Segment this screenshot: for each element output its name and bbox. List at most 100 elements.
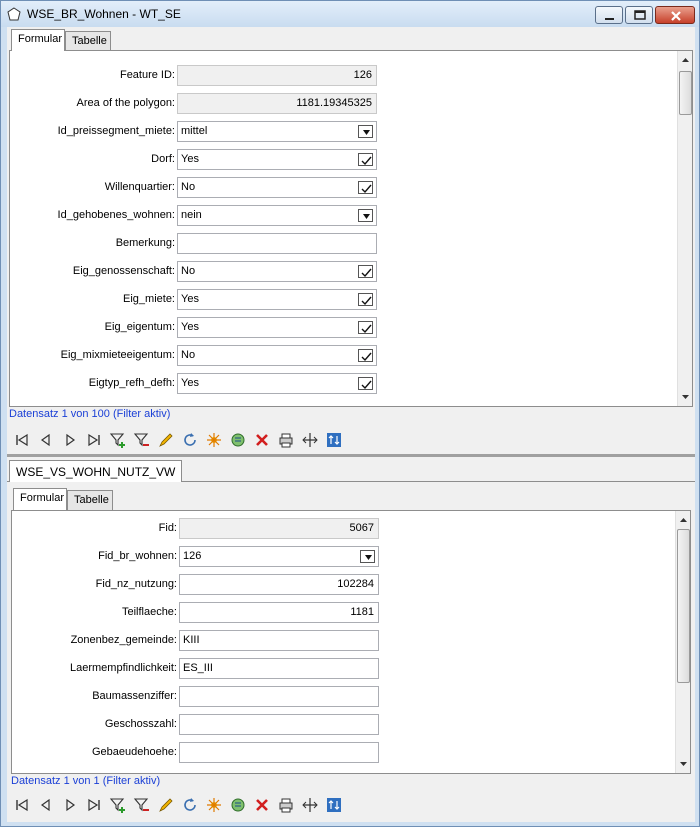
field-value: 5067	[349, 522, 374, 534]
form-row: Fid: 5067	[12, 518, 682, 540]
checkbox-field[interactable]: Yes	[177, 373, 377, 394]
maximize-button[interactable]	[625, 6, 653, 24]
field-value: No	[181, 181, 196, 193]
form-row: Laermempfindlichkeit: ES_III	[12, 658, 682, 680]
edit-pencil-icon[interactable]	[157, 796, 175, 814]
new-record-icon[interactable]	[205, 796, 223, 814]
dropdown-arrow-icon[interactable]	[358, 125, 373, 138]
text-input[interactable]: KIII	[179, 630, 379, 651]
client-area: Formular Tabelle Feature ID: 126 Area of t…	[7, 27, 695, 822]
related-subwindow: Formular Tabelle Fid: 5067 Fid_br_wohnen: 1…	[7, 481, 695, 822]
form-row: Feature ID: 126	[10, 65, 680, 87]
last-record-icon[interactable]	[85, 431, 103, 449]
field-label: Fid_br_wohnen:	[98, 550, 177, 562]
field-label: Fid_nz_nutzung:	[95, 578, 177, 590]
scroll-down-icon[interactable]	[678, 390, 693, 404]
previous-record-icon[interactable]	[37, 431, 55, 449]
field-label: Id_preissegment_miete:	[57, 125, 175, 137]
field-label: Fid:	[158, 522, 177, 534]
form-row: Id_gehobenes_wohnen: nein	[10, 205, 680, 227]
zoom-to-icon[interactable]	[229, 431, 247, 449]
dropdown-field[interactable]: 126	[179, 546, 379, 567]
window-title: WSE_BR_Wohnen - WT_SE	[27, 7, 181, 21]
filter-add-icon[interactable]	[109, 796, 127, 814]
filter-remove-icon[interactable]	[133, 431, 151, 449]
zoom-to-icon[interactable]	[229, 796, 247, 814]
checkmark-icon[interactable]	[358, 265, 373, 278]
checkbox-field[interactable]: No	[177, 177, 377, 198]
checkbox-field[interactable]: No	[177, 261, 377, 282]
checkmark-icon[interactable]	[358, 377, 373, 390]
text-input[interactable]	[179, 714, 379, 735]
field-label: Gebaeudehoehe:	[91, 746, 177, 758]
field-label: Eig_mixmieteeigentum:	[60, 349, 175, 361]
field-label: Eig_miete:	[123, 293, 175, 305]
print-icon[interactable]	[277, 796, 295, 814]
checkbox-field[interactable]: Yes	[177, 149, 377, 170]
scroll-down-icon[interactable]	[676, 757, 691, 771]
refresh-icon[interactable]	[181, 796, 199, 814]
checkmark-icon[interactable]	[358, 321, 373, 334]
tab-tabelle[interactable]: Tabelle	[65, 31, 111, 51]
related-table-tab[interactable]: WSE_VS_WOHN_NUTZ_VW	[9, 460, 183, 482]
switch-view-icon[interactable]	[325, 796, 343, 814]
scroll-up-icon[interactable]	[678, 53, 693, 67]
form-row: Zonenbez_gemeinde: KIII	[12, 630, 682, 652]
scroll-up-icon[interactable]	[676, 513, 691, 527]
delete-icon[interactable]	[253, 796, 271, 814]
bottom-vertical-scrollbar[interactable]	[675, 511, 690, 773]
pan-to-icon[interactable]	[301, 431, 319, 449]
field-label: Bemerkung:	[115, 237, 175, 249]
checkbox-field[interactable]: Yes	[177, 289, 377, 310]
field-label: Zonenbez_gemeinde:	[70, 634, 177, 646]
print-icon[interactable]	[277, 431, 295, 449]
readonly-field: 126	[177, 65, 377, 86]
first-record-icon[interactable]	[13, 796, 31, 814]
next-record-icon[interactable]	[61, 796, 79, 814]
edit-pencil-icon[interactable]	[157, 431, 175, 449]
filter-add-icon[interactable]	[109, 431, 127, 449]
checkmark-icon[interactable]	[358, 349, 373, 362]
checkmark-icon[interactable]	[358, 293, 373, 306]
text-input[interactable]	[179, 742, 379, 763]
next-record-icon[interactable]	[61, 431, 79, 449]
checkmark-icon[interactable]	[358, 153, 373, 166]
bottom-tab-tabelle[interactable]: Tabelle	[67, 490, 113, 510]
checkbox-field[interactable]: No	[177, 345, 377, 366]
form-row: Id_preissegment_miete: mittel	[10, 121, 680, 143]
text-input[interactable]	[179, 686, 379, 707]
close-button[interactable]	[655, 6, 695, 24]
switch-view-icon[interactable]	[325, 431, 343, 449]
text-input[interactable]: 102284	[179, 574, 379, 595]
form-row: Fid_br_wohnen: 126	[12, 546, 682, 568]
scroll-thumb[interactable]	[679, 71, 692, 115]
checkbox-field[interactable]: Yes	[177, 317, 377, 338]
checkmark-icon[interactable]	[358, 181, 373, 194]
form-row: Eig_miete: Yes	[10, 289, 680, 311]
text-input[interactable]: 1181	[179, 602, 379, 623]
dropdown-field[interactable]: mittel	[177, 121, 377, 142]
minimize-button[interactable]	[595, 6, 623, 24]
top-vertical-scrollbar[interactable]	[677, 51, 692, 406]
delete-icon[interactable]	[253, 431, 271, 449]
first-record-icon[interactable]	[13, 431, 31, 449]
top-tabbar: Formular Tabelle	[11, 29, 211, 51]
form-row: Fid_nz_nutzung: 102284	[12, 574, 682, 596]
dropdown-arrow-icon[interactable]	[358, 209, 373, 222]
refresh-icon[interactable]	[181, 431, 199, 449]
field-value: 1181.19345325	[296, 97, 372, 109]
pane-splitter[interactable]	[7, 454, 695, 457]
last-record-icon[interactable]	[85, 796, 103, 814]
bottom-tab-formular[interactable]: Formular	[13, 488, 67, 510]
new-record-icon[interactable]	[205, 431, 223, 449]
dropdown-arrow-icon[interactable]	[360, 550, 375, 563]
pan-to-icon[interactable]	[301, 796, 319, 814]
text-input[interactable]	[177, 233, 377, 254]
filter-remove-icon[interactable]	[133, 796, 151, 814]
tab-formular[interactable]: Formular	[11, 29, 65, 51]
top-status-text: Datensatz 1 von 100 (Filter aktiv)	[9, 408, 171, 420]
previous-record-icon[interactable]	[37, 796, 55, 814]
scroll-thumb[interactable]	[677, 529, 690, 683]
text-input[interactable]: ES_III	[179, 658, 379, 679]
dropdown-field[interactable]: nein	[177, 205, 377, 226]
